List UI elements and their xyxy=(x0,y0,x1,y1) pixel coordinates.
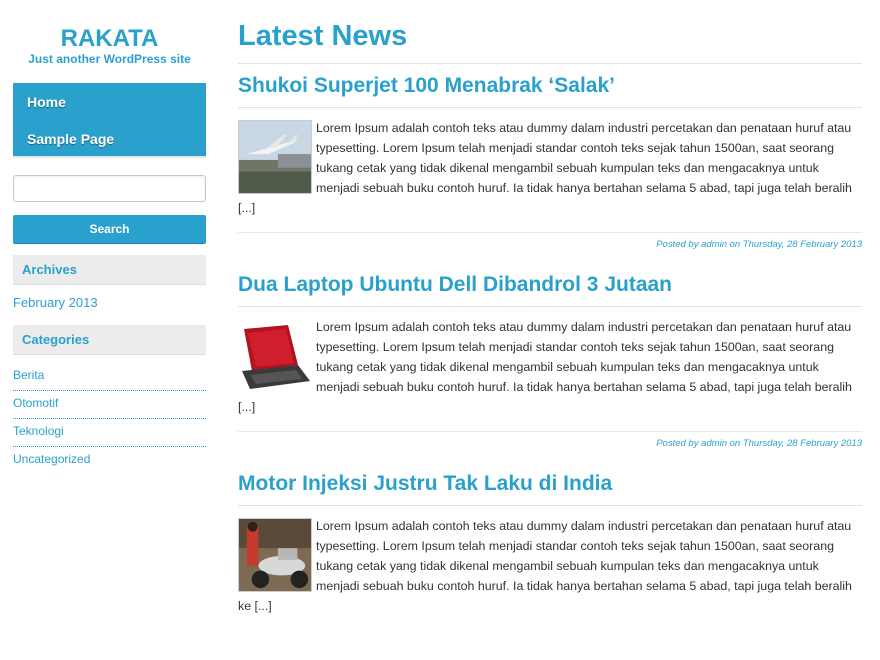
post-meta: Posted by admin on Thursday, 28 February… xyxy=(238,431,862,449)
search-input[interactable] xyxy=(13,175,206,202)
page-title: Latest News xyxy=(238,19,862,64)
post-title[interactable]: Dua Laptop Ubuntu Dell Dibandrol 3 Jutaa… xyxy=(238,272,862,307)
laptop-thumbnail[interactable] xyxy=(238,319,312,393)
main-nav: Home Sample Page xyxy=(13,83,206,158)
search-button[interactable]: Search xyxy=(13,215,206,244)
archives-heading: Archives xyxy=(13,255,206,285)
post-body: Lorem Ipsum adalah contoh teks atau dumm… xyxy=(238,317,862,417)
post-excerpt: Lorem Ipsum adalah contoh teks atau dumm… xyxy=(238,121,852,215)
post-meta: Posted by admin on Thursday, 28 February… xyxy=(238,232,862,250)
motorcycle-thumbnail[interactable] xyxy=(238,518,312,592)
airplane-thumbnail[interactable] xyxy=(238,120,312,194)
post: Motor Injeksi Justru Tak Laku di India L… xyxy=(238,471,862,616)
site-title[interactable]: RAKATA xyxy=(13,26,206,52)
archive-link-february-2013[interactable]: February 2013 xyxy=(13,295,206,311)
post-excerpt: Lorem Ipsum adalah contoh teks atau dumm… xyxy=(238,320,852,414)
post-title[interactable]: Shukoi Superjet 100 Menabrak ‘Salak’ xyxy=(238,73,862,108)
post-body: Lorem Ipsum adalah contoh teks atau dumm… xyxy=(238,516,862,616)
post: Dua Laptop Ubuntu Dell Dibandrol 3 Jutaa… xyxy=(238,272,862,449)
main-content: Latest News Shukoi Superjet 100 Menabrak… xyxy=(238,0,862,616)
categories-heading: Categories xyxy=(13,325,206,355)
post: Shukoi Superjet 100 Menabrak ‘Salak’ Lor… xyxy=(238,73,862,250)
sidebar: RAKATA Just another WordPress site Home … xyxy=(13,0,206,475)
post-excerpt: Lorem Ipsum adalah contoh teks atau dumm… xyxy=(238,519,852,613)
category-item-berita[interactable]: Berita xyxy=(13,363,206,391)
category-item-uncategorized[interactable]: Uncategorized xyxy=(13,447,206,475)
site-tagline: Just another WordPress site xyxy=(28,52,191,66)
category-list: Berita Otomotif Teknologi Uncategorized xyxy=(13,363,206,475)
nav-item-home[interactable]: Home xyxy=(13,83,206,111)
post-title[interactable]: Motor Injeksi Justru Tak Laku di India xyxy=(238,471,862,506)
nav-item-sample-page[interactable]: Sample Page xyxy=(13,130,206,148)
category-item-teknologi[interactable]: Teknologi xyxy=(13,419,206,447)
category-item-otomotif[interactable]: Otomotif xyxy=(13,391,206,419)
post-body: Lorem Ipsum adalah contoh teks atau dumm… xyxy=(238,118,862,218)
